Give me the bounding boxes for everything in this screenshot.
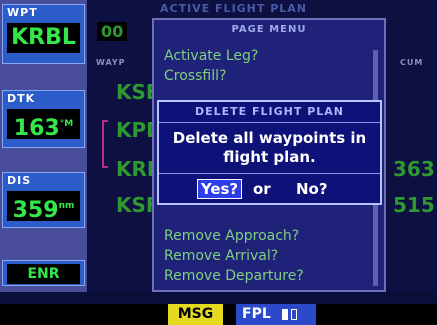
waypoint-column-header: WAYP	[96, 58, 126, 67]
dialog-divider	[159, 173, 380, 174]
dialog-divider	[159, 122, 380, 123]
desired-track-value: 163°M	[7, 109, 80, 141]
yes-button[interactable]: Yes?	[197, 179, 242, 199]
menu-item-remove-approach[interactable]: Remove Approach?	[164, 228, 299, 244]
cumulative-column-header: CUM	[400, 58, 424, 67]
msg-annunciator[interactable]: MSG	[168, 304, 223, 325]
cumulative-distance: 363	[393, 157, 435, 181]
nautical-miles-unit: nm	[58, 201, 75, 211]
waypoint-value: KRBL	[7, 23, 80, 53]
fpl-page-group: FPL	[236, 304, 316, 325]
waypoint-block: WPT KRBL	[2, 4, 85, 64]
distance-value: 359nm	[7, 191, 80, 223]
desired-track-block: DTK 163°M	[2, 90, 85, 148]
status-bar: MSG FPL	[0, 304, 437, 325]
desired-track-label: DTK	[7, 92, 36, 105]
or-label: or	[253, 180, 271, 198]
flight-plan-title: ACTIVE FLIGHT PLAN	[160, 2, 308, 15]
status-column: WPT KRBL DTK 163°M DIS 359nm ENR	[0, 0, 87, 292]
dialog-message-line1: Delete all waypoints in	[172, 129, 367, 147]
cumulative-distance: 515	[393, 193, 435, 217]
waypoint-label: WPT	[7, 6, 38, 19]
fpl-label: FPL	[242, 306, 271, 322]
mode-block: ENR	[2, 260, 85, 286]
distance-label: DIS	[7, 174, 32, 187]
mode-annunciator: ENR	[7, 264, 80, 284]
active-leg-bracket	[102, 120, 108, 168]
dialog-title: DELETE FLIGHT PLAN	[195, 105, 344, 118]
dialog-message: Delete all waypoints in flight plan.	[159, 129, 380, 167]
menu-item-activate-leg[interactable]: Activate Leg?	[164, 48, 258, 64]
menu-item-remove-departure[interactable]: Remove Departure?	[164, 268, 304, 284]
dialog-message-line2: flight plan.	[223, 148, 316, 166]
page-indicator	[291, 309, 297, 320]
no-button[interactable]: No?	[296, 180, 328, 198]
page-menu-title: PAGE MENU	[231, 24, 307, 35]
distance-block: DIS 359nm	[2, 172, 85, 228]
delete-flight-plan-dialog: DELETE FLIGHT PLAN Delete all waypoints …	[157, 100, 382, 205]
page-indicator-active	[282, 309, 288, 320]
plan-number: 00	[97, 22, 128, 41]
menu-item-remove-arrival[interactable]: Remove Arrival?	[164, 248, 278, 264]
menu-item-crossfill[interactable]: Crossfill?	[164, 68, 226, 84]
degrees-magnetic-unit: °M	[59, 119, 74, 129]
